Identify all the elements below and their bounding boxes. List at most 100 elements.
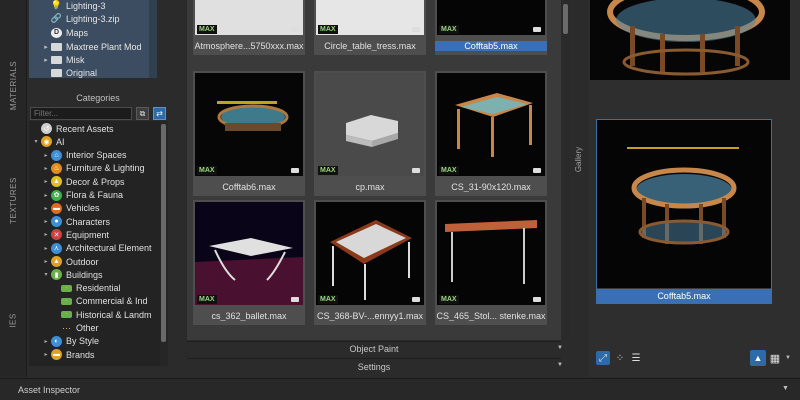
asset-tile[interactable]: MAX Cofftab5.max (435, 0, 547, 55)
expand-arrow-icon[interactable]: ▸ (41, 245, 51, 252)
asset-tile[interactable]: MAX CS_465_Stol... stenke.max (435, 200, 547, 325)
category-item[interactable]: ▬ Historical & Landm (51, 308, 152, 321)
asset-tile[interactable]: MAX Circle_table_tress.max (314, 0, 426, 55)
category-item[interactable]: ▸ ◐ By Style (41, 335, 99, 348)
asset-tile[interactable]: MAX cs_362_ballet.max (193, 200, 305, 325)
expand-arrow-icon[interactable]: ▸ (41, 192, 51, 199)
category-item-label: Architectural Element (66, 243, 152, 254)
tab-textures[interactable]: TEXTURES (0, 160, 27, 240)
expand-arrow-icon[interactable]: ▸ (41, 205, 51, 212)
expand-arrow-icon[interactable]: ▸ (41, 338, 51, 345)
tag-icon (291, 168, 299, 173)
category-scroll-thumb[interactable] (161, 124, 166, 342)
chevron-down-icon[interactable]: ▼ (557, 345, 563, 351)
asset-tile[interactable]: MAX Cofftab6.max (193, 71, 305, 196)
expand-arrow-icon[interactable]: ▸ (41, 56, 51, 64)
asset-tile-label: CS_31-90x120.max (451, 182, 531, 192)
expand-arrow-icon[interactable]: ▸ (41, 178, 51, 185)
asset-tile[interactable]: MAX Atmosphere...5750xxx.max (193, 0, 305, 55)
asset-tile[interactable]: MAX CS_368-BV-...ennyy1.max (314, 200, 426, 325)
tab-materials[interactable]: MATERIALS (0, 40, 27, 130)
tree-item-maps[interactable]: D Maps (51, 26, 88, 39)
category-item[interactable]: ▸ ✿ Flora & Fauna (41, 189, 123, 202)
folder-tree-scrollbar[interactable] (149, 0, 157, 78)
residential-icon: ▬ (61, 284, 72, 292)
object-paint-bar[interactable]: Object Paint (187, 341, 561, 356)
chevron-down-icon[interactable]: ▼ (782, 385, 789, 392)
category-item[interactable]: ↺ Recent Assets (31, 122, 114, 135)
settings-bar[interactable]: Settings (187, 358, 561, 374)
category-item[interactable]: ▸ ✕ Equipment (41, 228, 109, 241)
brands-icon: ▬ (51, 349, 62, 361)
category-item[interactable]: ▸ ▬ Vehicles (41, 202, 100, 215)
gallery-preview-top[interactable] (590, 0, 790, 80)
category-item[interactable]: ▸ ♨ Furniture & Lighting (41, 162, 145, 175)
expand-arrow-icon[interactable]: ▸ (41, 351, 51, 358)
expand-arrow-icon[interactable]: ▸ (41, 43, 51, 51)
asset-grid-scroll-thumb[interactable] (563, 4, 568, 34)
decor-icon: ▲ (51, 176, 62, 188)
asset-inspector-bar[interactable]: Asset Inspector (0, 378, 800, 400)
historical-icon: ▬ (61, 311, 72, 319)
tab-ies[interactable]: IES (0, 300, 27, 340)
commercial-icon: ▬ (61, 297, 72, 305)
category-item[interactable]: ▬ Commercial & Ind (51, 295, 148, 308)
category-item[interactable]: ▸ ▲ Decor & Props (41, 175, 125, 188)
tree-item-misk[interactable]: ▸ Misk (41, 53, 84, 66)
category-item[interactable]: ▸ ⋏ Architectural Element (41, 242, 152, 255)
category-filter-input[interactable] (30, 107, 132, 120)
arch-icon: ⋏ (51, 242, 62, 254)
chevron-down-icon[interactable]: ▼ (557, 362, 563, 368)
preview-mode-icon[interactable]: ▲ (750, 350, 766, 366)
asset-thumbnail (316, 202, 424, 305)
expand-arrow-icon[interactable]: ▸ (41, 258, 51, 265)
tree-item-original[interactable]: Original (51, 66, 97, 78)
tree-item-lighting-3[interactable]: 💡 Lighting-3 (51, 0, 106, 12)
category-item-label: Vehicles (66, 203, 100, 214)
expand-arrow-icon[interactable]: ▸ (41, 165, 51, 172)
interior-icon: ⌂ (51, 149, 62, 161)
max-file-badge: MAX (318, 295, 338, 304)
pick-icon[interactable]: ⤢ (596, 351, 610, 365)
category-item[interactable]: ▾ ◉ AI (31, 135, 65, 148)
equipment-icon: ✕ (51, 229, 62, 241)
tree-item-maxtree[interactable]: ▸ Maxtree Plant Mod (41, 40, 141, 53)
asset-grid-scrollbar[interactable] (561, 0, 570, 340)
tag-icon (412, 168, 420, 173)
asset-tile-label: Cofftab5.max (435, 41, 547, 51)
gallery-selected-thumb[interactable] (597, 120, 771, 288)
asset-thumbnail (437, 73, 545, 176)
category-item[interactable]: ⋯ Other (51, 322, 99, 335)
sync-icon[interactable]: ⇄ (153, 107, 166, 120)
vehicle-icon: ▬ (51, 202, 62, 214)
copy-icon[interactable]: ⧉ (136, 107, 149, 120)
asset-render-image (195, 202, 303, 305)
asset-tile-label: Cofftab6.max (222, 182, 276, 192)
category-item[interactable]: ▸ ▬ Brands (41, 348, 95, 361)
category-item[interactable]: ▾ ▮ Buildings (41, 268, 103, 281)
tree-item-lighting-3-zip[interactable]: 🔗 Lighting-3.zip (51, 12, 120, 25)
list-view-icon[interactable]: ☰ (629, 351, 643, 365)
tag-icon (291, 297, 299, 302)
tiles-view-icon[interactable]: ⁘ (613, 351, 627, 365)
expand-arrow-icon[interactable]: ▸ (41, 152, 51, 159)
grid-view-icon[interactable]: ▦ (768, 351, 782, 365)
chevron-down-icon[interactable]: ▼ (785, 355, 791, 361)
max-file-badge: MAX (197, 295, 217, 304)
table-render-image (627, 147, 739, 245)
asset-tile[interactable]: MAX CS_31-90x120.max (435, 71, 547, 196)
category-item[interactable]: ▸ ⌂ Interior Spaces (41, 149, 127, 162)
max-file-badge: MAX (439, 166, 459, 175)
expand-arrow-icon[interactable]: ▾ (41, 271, 51, 278)
category-item[interactable]: ▸ ● Characters (41, 215, 110, 228)
category-item-label: Interior Spaces (66, 150, 127, 161)
expand-arrow-icon[interactable]: ▸ (41, 218, 51, 225)
asset-tile[interactable]: MAX cp.max (314, 71, 426, 196)
gallery-tab[interactable]: Gallery (571, 0, 588, 377)
expand-arrow-icon[interactable]: ▾ (31, 138, 41, 145)
category-item-label: Recent Assets (56, 123, 114, 134)
category-item[interactable]: ▬ Residential (51, 282, 121, 295)
category-item[interactable]: ▸ ▲ Outdoor (41, 255, 99, 268)
asset-tile-label: Circle_table_tress.max (324, 41, 416, 51)
expand-arrow-icon[interactable]: ▸ (41, 231, 51, 238)
